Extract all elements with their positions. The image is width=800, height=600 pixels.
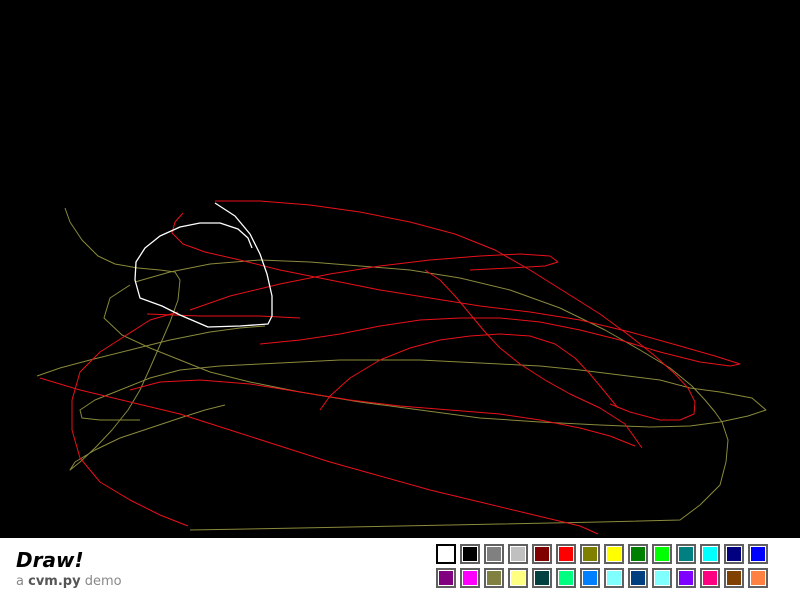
color-swatch-24[interactable] bbox=[652, 568, 672, 588]
color-swatch-17[interactable] bbox=[484, 568, 504, 588]
color-swatch-2[interactable] bbox=[460, 544, 480, 564]
canvas-strokes bbox=[36, 200, 767, 535]
drawing-canvas[interactable] bbox=[0, 0, 800, 538]
color-swatch-22[interactable] bbox=[604, 568, 624, 588]
stroke-red-1 bbox=[215, 200, 696, 421]
color-swatch-7[interactable] bbox=[580, 544, 600, 564]
color-swatch-3[interactable] bbox=[484, 544, 504, 564]
color-swatch-26[interactable] bbox=[700, 568, 720, 588]
color-swatch-1[interactable] bbox=[436, 544, 456, 564]
subtitle-suffix: demo bbox=[80, 574, 122, 589]
stroke-red-5 bbox=[319, 333, 619, 411]
color-swatch-4[interactable] bbox=[508, 544, 528, 564]
color-swatch-5[interactable] bbox=[532, 544, 552, 564]
color-swatch-10[interactable] bbox=[652, 544, 672, 564]
app-title: Draw! bbox=[16, 548, 84, 572]
draw-app: Draw! a cvm.py demo bbox=[0, 0, 800, 600]
stroke-olive-2 bbox=[36, 325, 266, 377]
color-swatch-21[interactable] bbox=[580, 568, 600, 588]
subtitle-prefix: a bbox=[16, 574, 29, 589]
subtitle-brand: cvm.py bbox=[28, 574, 81, 589]
stroke-red-4 bbox=[189, 253, 559, 311]
color-swatch-20[interactable] bbox=[556, 568, 576, 588]
stroke-red-9 bbox=[129, 379, 636, 447]
stroke-olive-3 bbox=[79, 284, 767, 428]
color-swatch-28[interactable] bbox=[748, 568, 768, 588]
color-swatch-19[interactable] bbox=[532, 568, 552, 588]
color-swatch-27[interactable] bbox=[724, 568, 744, 588]
stroke-red-8 bbox=[39, 377, 599, 535]
color-swatch-13[interactable] bbox=[724, 544, 744, 564]
color-swatch-16[interactable] bbox=[460, 568, 480, 588]
color-swatch-8[interactable] bbox=[604, 544, 624, 564]
app-subtitle: a cvm.py demo bbox=[16, 574, 122, 590]
toolbar-footer: Draw! a cvm.py demo bbox=[0, 538, 800, 600]
color-palette bbox=[436, 544, 772, 588]
color-swatch-11[interactable] bbox=[676, 544, 696, 564]
color-swatch-14[interactable] bbox=[748, 544, 768, 564]
stroke-olive-4 bbox=[134, 259, 729, 531]
color-swatch-18[interactable] bbox=[508, 568, 528, 588]
color-swatch-25[interactable] bbox=[676, 568, 696, 588]
color-swatch-12[interactable] bbox=[700, 544, 720, 564]
color-swatch-6[interactable] bbox=[556, 544, 576, 564]
color-swatch-15[interactable] bbox=[436, 568, 456, 588]
color-swatch-23[interactable] bbox=[628, 568, 648, 588]
color-swatch-9[interactable] bbox=[628, 544, 648, 564]
